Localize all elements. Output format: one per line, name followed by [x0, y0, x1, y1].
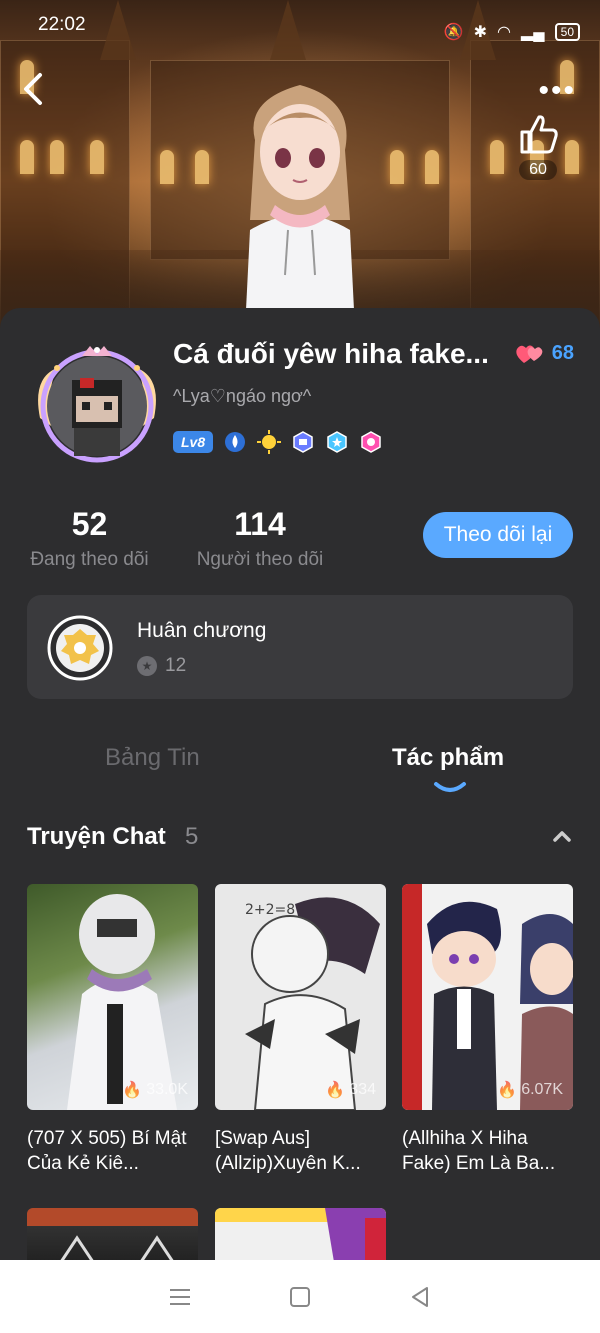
story-title[interactable]: [Swap Aus] (Allzip)Xuyên K... — [215, 1126, 386, 1176]
flame-icon: 🔥 — [122, 1082, 143, 1099]
follow-back-button[interactable]: Theo dõi lại — [423, 512, 573, 558]
hearts-counter[interactable]: 68 — [514, 342, 574, 365]
battery-icon: 50 — [554, 23, 580, 41]
tab-feed[interactable]: Bảng Tin — [105, 744, 200, 772]
story-card[interactable]: 2+2=8 🔥 334 — [215, 884, 386, 1110]
profile-card: Cá đuối yêw hiha fake... 68 ^Lya♡ngáo ng… — [0, 308, 600, 1268]
status-bar: 22:02 🔕 ✱ ◠ ▂▄ 50 — [0, 0, 600, 50]
hexagon-badge-icon[interactable] — [291, 430, 315, 454]
followers-stat[interactable]: 114 Người theo dõi — [190, 506, 330, 571]
star-badge-icon[interactable] — [325, 430, 349, 454]
story-cover-image: 2+2=8 — [245, 897, 380, 1110]
medal-icon — [47, 615, 113, 681]
gem-badge-icon[interactable] — [359, 430, 383, 454]
following-label: Đang theo dõi — [30, 549, 149, 570]
story-card[interactable] — [215, 1208, 386, 1268]
more-dots-icon: ••• — [538, 74, 576, 107]
hearts-count: 68 — [551, 342, 574, 364]
medals-panel[interactable]: Huân chương ★ 12 — [27, 595, 573, 699]
svg-text:2+2=8: 2+2=8 — [245, 902, 295, 918]
wifi-icon: ◠ — [497, 24, 511, 41]
bluetooth-icon: ✱ — [473, 24, 488, 41]
thumbs-up-icon — [520, 115, 558, 154]
home-icon[interactable] — [287, 1284, 313, 1310]
system-nav-bar — [0, 1260, 600, 1333]
story-title[interactable]: (Allhiha X Hiha Fake) Em Là Ba... — [402, 1126, 573, 1176]
drop-badge-icon[interactable] — [223, 430, 247, 454]
profile-subname: ^Lya♡ngáo ngơ^ — [173, 386, 312, 406]
story-cover-image — [402, 884, 573, 1110]
character-illustration — [245, 85, 355, 330]
story-card[interactable]: 🔥 33.0K — [27, 884, 198, 1110]
flame-icon: 🔥 — [497, 1082, 518, 1099]
following-stat[interactable]: 52 Đang theo dõi — [27, 506, 152, 571]
flame-icon: 🔥 — [325, 1082, 346, 1099]
story-card[interactable]: 🔥 6.07K — [402, 884, 573, 1110]
avatar[interactable] — [32, 338, 162, 468]
story-card[interactable] — [27, 1208, 198, 1268]
level-badge[interactable]: Lv8 — [173, 431, 214, 453]
followers-count: 114 — [234, 506, 286, 542]
section-count: 5 — [185, 823, 199, 850]
section-title: Truyện Chat — [27, 823, 166, 850]
story-title[interactable]: (707 X 505) Bí Mật Của Kẻ Kiê... — [27, 1126, 198, 1176]
tab-active-indicator — [434, 782, 466, 792]
back-button[interactable] — [22, 72, 52, 112]
status-time: 22:02 — [38, 14, 86, 35]
recent-apps-icon[interactable] — [167, 1284, 193, 1310]
story-views: 🔥 6.07K — [497, 1081, 563, 1099]
mute-icon: 🔕 — [443, 24, 464, 41]
story-views: 🔥 334 — [325, 1081, 376, 1099]
followers-label: Người theo dõi — [196, 549, 324, 570]
medals-count-row: ★ 12 — [137, 655, 186, 677]
profile-name: Cá đuối yêw hiha fake... — [173, 338, 489, 369]
sun-badge-icon[interactable] — [257, 430, 282, 454]
story-cover-image — [27, 1208, 198, 1268]
story-cover-image — [67, 894, 177, 1110]
signal-icon: ▂▄ — [521, 24, 545, 41]
chevron-left-icon — [24, 73, 42, 105]
story-cover-image — [215, 1208, 386, 1268]
medal-star-icon: ★ — [137, 656, 157, 676]
badge-row: Lv8 — [173, 430, 383, 454]
following-count: 52 — [71, 506, 108, 542]
back-nav-icon[interactable] — [407, 1284, 433, 1310]
tab-works[interactable]: Tác phẩm — [392, 744, 504, 772]
hearts-icon — [516, 345, 543, 363]
like-button[interactable]: 60 — [516, 112, 560, 180]
like-count: 60 — [519, 160, 557, 180]
chevron-up-icon[interactable] — [552, 828, 572, 844]
story-views: 🔥 33.0K — [122, 1081, 188, 1099]
medals-title: Huân chương — [137, 619, 267, 642]
medals-count: 12 — [165, 655, 187, 676]
more-options-button[interactable]: ••• — [538, 74, 576, 108]
